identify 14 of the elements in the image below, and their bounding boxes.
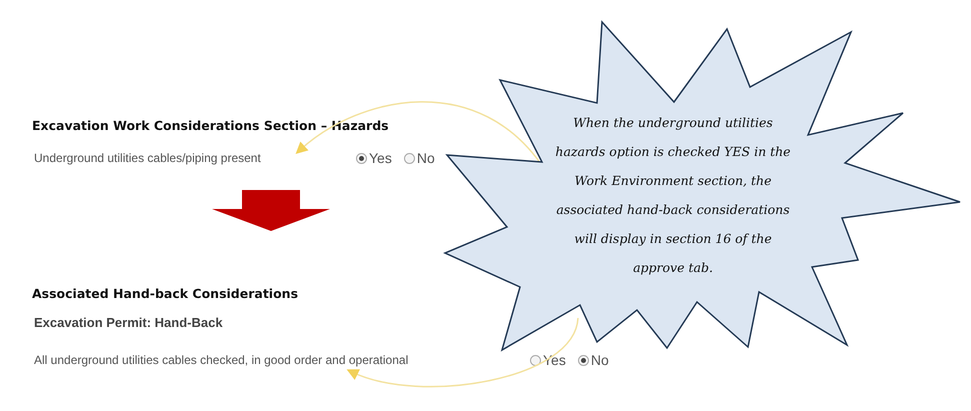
radio-icon[interactable] bbox=[356, 152, 367, 164]
radio-icon[interactable] bbox=[404, 152, 415, 164]
section-heading: Associated Hand-back Considerations bbox=[32, 286, 298, 301]
radio-icon[interactable] bbox=[530, 354, 541, 366]
question-label: Underground utilities cables/piping present bbox=[34, 151, 262, 165]
radio-option[interactable]: No bbox=[404, 150, 435, 166]
down-arrow-icon bbox=[212, 190, 330, 232]
permit-subheading: Excavation Permit: Hand-Back bbox=[34, 315, 223, 330]
radio-option[interactable]: No bbox=[578, 352, 609, 368]
section-heading: Excavation Work Considerations Section – Hazards bbox=[32, 118, 389, 133]
radio-option[interactable]: Yes bbox=[356, 150, 392, 166]
radio-icon[interactable] bbox=[578, 354, 589, 366]
callout-text: When the underground utilities hazards option is checked YES in the Work Environment section, the associated hand-back considerations will display in section 16 of the approve tab. bbox=[554, 114, 792, 277]
question-label: All underground utilities cables checked, in good order and operational bbox=[34, 353, 410, 367]
